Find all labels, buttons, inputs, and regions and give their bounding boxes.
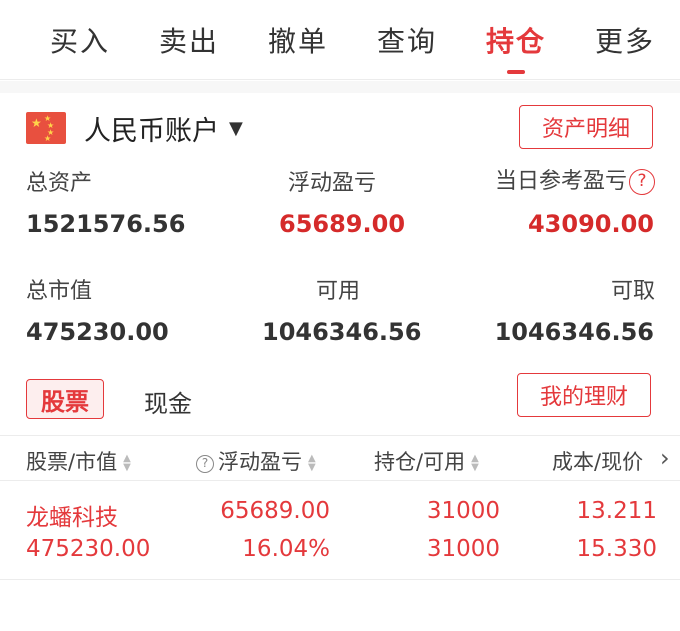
account-name: 人民币账户	[84, 115, 219, 147]
account-selector[interactable]: ★ ★ ★ ★ ★ 人民币账户 ▼	[26, 110, 243, 147]
stock-cost: 13.211	[576, 498, 657, 524]
segment-stock[interactable]: 股票	[26, 379, 104, 419]
header-position-available[interactable]: 持仓/可用 ▲ ▼	[374, 446, 479, 476]
daily-pnl-value: 43090.00	[527, 210, 654, 238]
daily-pnl-label: 当日参考盈亏	[494, 169, 627, 194]
floating-pnl-label: 浮动盈亏	[288, 171, 377, 196]
stock-available: 31000	[426, 536, 500, 562]
total-assets-value: 1521576.56	[26, 210, 186, 238]
withdrawable-label: 可取	[610, 279, 655, 304]
stock-pnl: 65689.00	[220, 498, 330, 524]
sort-arrows-icon: ▲ ▼	[123, 453, 131, 473]
question-circle-icon[interactable]: ?	[196, 455, 214, 473]
market-value-value: 475230.00	[26, 318, 169, 346]
question-circle-icon[interactable]: ?	[629, 169, 655, 195]
tab-more[interactable]: 更多	[595, 20, 655, 60]
asset-detail-button[interactable]: 资产明细	[519, 105, 653, 149]
total-assets-label: 总资产	[26, 171, 93, 196]
market-value-label: 总市值	[26, 279, 93, 304]
sort-arrows-icon: ▲ ▼	[308, 453, 316, 473]
tab-sell[interactable]: 卖出	[159, 20, 219, 60]
daily-pnl-label-group: 当日参考盈亏?	[440, 163, 655, 195]
header-floating-pnl[interactable]: ? 浮动盈亏 ▲ ▼	[196, 446, 316, 476]
withdrawable-value: 1046346.56	[494, 318, 654, 346]
top-tab-bar: 买入 卖出 撤单 查询 持仓 更多	[0, 0, 680, 80]
header-cost-price[interactable]: 成本/现价	[552, 446, 643, 476]
stock-name: 龙蟠科技	[26, 505, 118, 531]
tab-buy[interactable]: 买入	[50, 20, 110, 60]
my-finance-button[interactable]: 我的理财	[517, 373, 651, 417]
tab-cancel-order[interactable]: 撤单	[268, 20, 328, 60]
tab-query[interactable]: 查询	[377, 20, 437, 60]
stock-position: 31000	[426, 498, 500, 524]
stock-price: 15.330	[576, 536, 657, 562]
china-flag-icon: ★ ★ ★ ★ ★	[26, 112, 66, 144]
chevron-right-icon[interactable]: ›	[660, 444, 670, 472]
stock-pnl-percent: 16.04%	[242, 536, 330, 562]
stock-market-value: 475230.00	[26, 536, 151, 562]
row-divider	[0, 579, 680, 580]
available-value: 1046346.56	[262, 318, 422, 346]
active-tab-indicator	[507, 70, 525, 74]
available-label: 可用	[316, 279, 361, 304]
positions-table-header: 股票/市值 ▲ ▼ ? 浮动盈亏 ▲ ▼ 持仓/可用 ▲ ▼ 成本/现价 ›	[0, 435, 680, 481]
section-gap	[0, 81, 680, 93]
sort-arrows-icon: ▲ ▼	[471, 453, 479, 473]
floating-pnl-value: 65689.00	[279, 210, 406, 238]
dropdown-caret-icon: ▼	[229, 117, 243, 139]
header-stock-market-value[interactable]: 股票/市值 ▲ ▼	[26, 446, 131, 476]
segment-cash[interactable]: 现金	[144, 384, 192, 419]
tab-positions[interactable]: 持仓	[486, 20, 546, 60]
